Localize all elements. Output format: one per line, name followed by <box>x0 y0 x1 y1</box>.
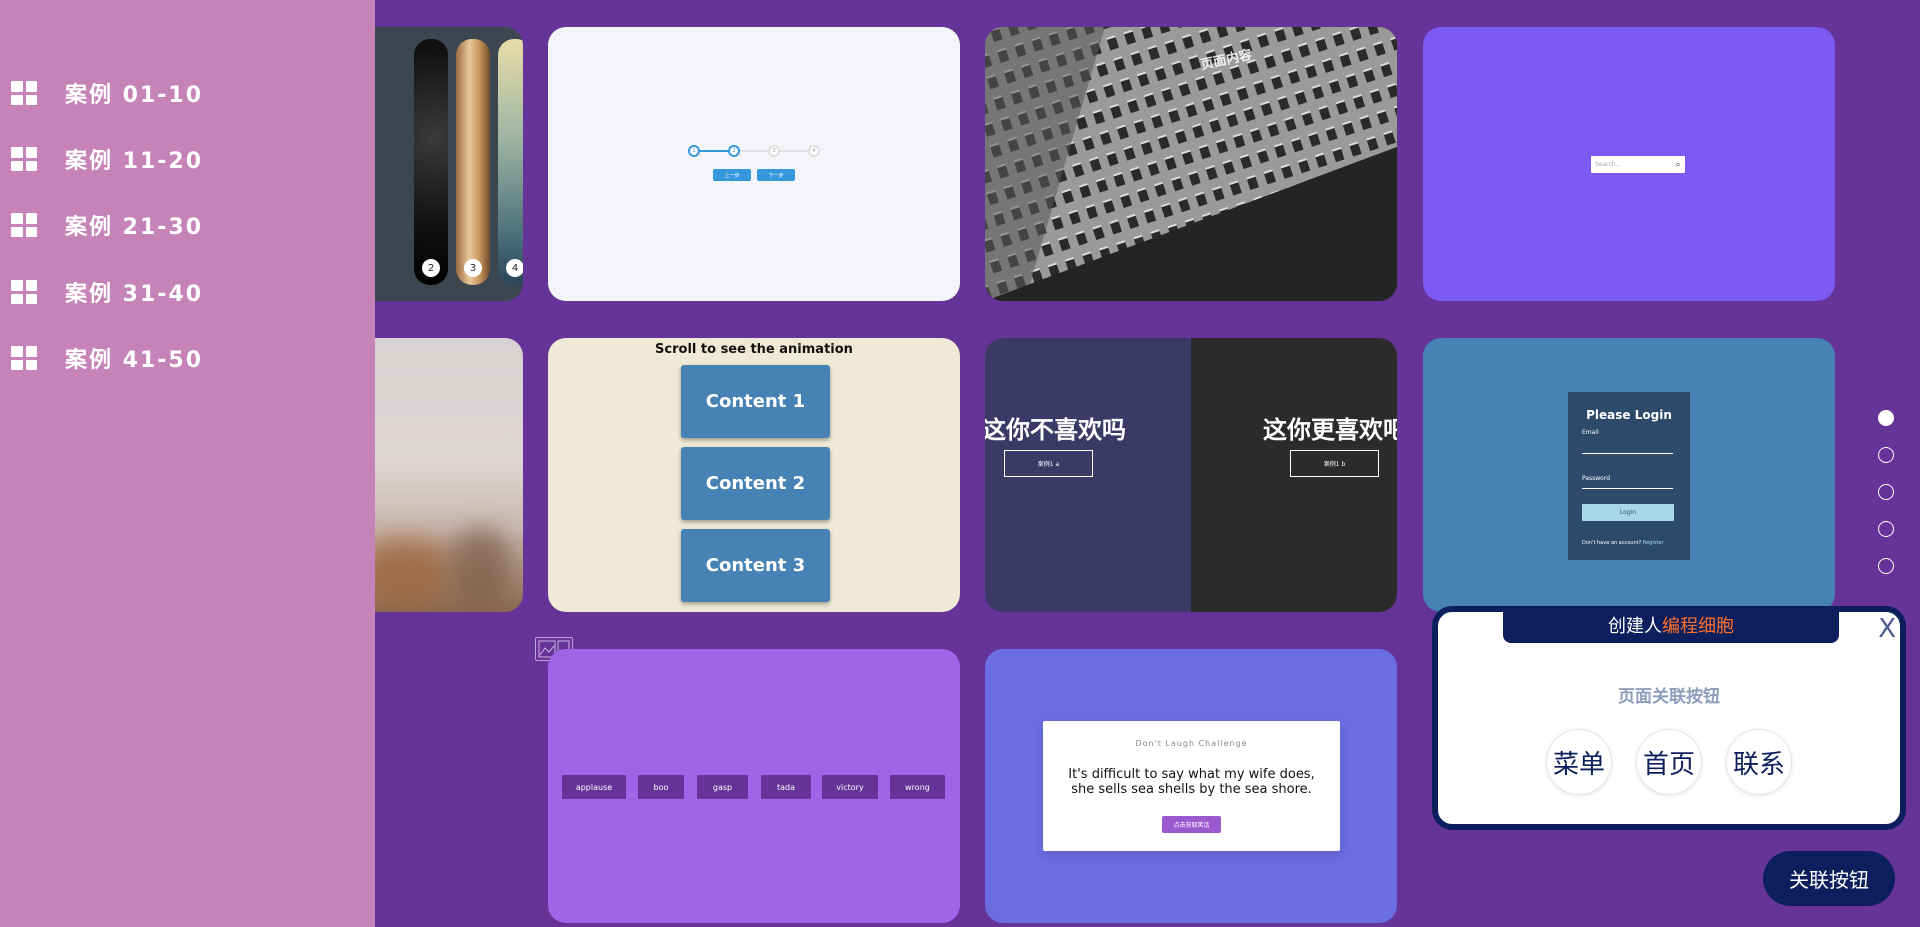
page-dot-4[interactable] <box>1878 521 1894 537</box>
grid-icon <box>11 147 37 171</box>
close-button[interactable]: X <box>1878 614 1896 644</box>
split-left-panel: 这你不喜欢吗 案例1 a <box>985 338 1191 612</box>
scroll-title: Scroll to see the animation <box>655 342 853 357</box>
page-dot-3[interactable] <box>1878 484 1894 500</box>
right-heading: 这你更喜欢吧 <box>1263 416 1397 444</box>
card-joke: Don't Laugh Challenge It's difficult to … <box>985 649 1397 923</box>
sidebar-item-label: 案例 31-40 <box>65 282 204 307</box>
left-heading: 这你不喜欢吗 <box>985 416 1126 444</box>
strip-image[interactable]: 4 <box>498 39 523 285</box>
password-label: Password <box>1582 475 1611 482</box>
step-circle: 2 <box>728 145 740 157</box>
contact-button[interactable]: 联系 <box>1726 729 1792 795</box>
card-progress-steps: 1 2 3 4 上一步 下一步 <box>548 27 960 301</box>
prev-button[interactable]: 上一步 <box>713 169 751 181</box>
page-dot-1[interactable] <box>1878 410 1894 426</box>
sidebar-item-label: 案例 41-50 <box>65 348 204 373</box>
card-building-image[interactable]: 页面内容 <box>985 27 1397 301</box>
sidebar-item-21-30[interactable]: 案例 21-30 <box>11 205 203 245</box>
joke-panel: Don't Laugh Challenge It's difficult to … <box>1043 721 1340 851</box>
page-dot-5[interactable] <box>1878 558 1894 574</box>
split-right-panel: 这你更喜欢吧 案例1 b <box>1191 338 1397 612</box>
content-box: Content 2 <box>681 447 830 520</box>
strip-number: 2 <box>422 259 440 277</box>
content-box: Content 3 <box>681 529 830 602</box>
grid-icon <box>11 280 37 304</box>
sound-button-gasp[interactable]: gasp <box>697 775 748 799</box>
sidebar-item-01-10[interactable]: 案例 01-10 <box>11 73 203 113</box>
popup-header-author: 编程细胞 <box>1662 615 1734 637</box>
related-buttons-toggle[interactable]: 关联按钮 <box>1763 851 1895 906</box>
login-title: Please Login <box>1586 408 1672 422</box>
related-buttons-popup: 创建人 编程细胞 X 页面关联按钮 菜单 首页 联系 <box>1432 606 1906 830</box>
step-circle: 1 <box>688 145 700 157</box>
email-label: Email <box>1582 429 1599 436</box>
popup-header: 创建人 编程细胞 <box>1503 606 1839 643</box>
step-circle: 4 <box>808 145 820 157</box>
sidebar-item-11-20[interactable]: 案例 11-20 <box>11 139 203 179</box>
popup-subtitle: 页面关联按钮 <box>1618 687 1720 707</box>
card-login: Please Login Email Password Login Don't … <box>1423 338 1835 612</box>
next-button[interactable]: 下一步 <box>757 169 795 181</box>
joke-title: Don't Laugh Challenge <box>1135 739 1248 748</box>
sidebar-item-label: 案例 11-20 <box>65 149 204 174</box>
grid-icon <box>11 213 37 237</box>
register-link[interactable]: Register <box>1643 540 1664 546</box>
grid-icon <box>11 81 37 105</box>
search-box[interactable]: Search... ⌕ <box>1591 156 1685 173</box>
sound-button-victory[interactable]: victory <box>822 775 878 799</box>
sound-button-boo[interactable]: boo <box>638 775 684 799</box>
popup-header-prefix: 创建人 <box>1608 615 1662 637</box>
grid-icon <box>11 346 37 370</box>
sidebar: 案例 01-10 案例 11-20 案例 21-30 案例 31-40 案例 4… <box>0 0 375 927</box>
card-sound-buttons: applause boo gasp tada victory wrong <box>548 649 960 923</box>
joke-text: It's difficult to say what my wife does,… <box>1068 767 1315 797</box>
sidebar-item-label: 案例 01-10 <box>65 83 204 108</box>
right-button[interactable]: 案例1 b <box>1290 450 1379 477</box>
sound-button-wrong[interactable]: wrong <box>890 775 945 799</box>
blur-shape <box>450 528 510 608</box>
progress-steps: 1 2 3 4 <box>688 145 820 157</box>
home-button[interactable]: 首页 <box>1636 729 1702 795</box>
sidebar-item-label: 案例 21-30 <box>65 215 204 240</box>
strip-number: 3 <box>464 259 482 277</box>
menu-button[interactable]: 菜单 <box>1546 729 1612 795</box>
login-form: Please Login Email Password Login Don't … <box>1568 392 1690 560</box>
card-search: Search... ⌕ <box>1423 27 1835 301</box>
sound-button-tada[interactable]: tada <box>761 775 811 799</box>
password-field[interactable] <box>1582 488 1673 489</box>
login-button[interactable]: Login <box>1582 504 1674 521</box>
card-split-screen: 这你不喜欢吗 案例1 a 这你更喜欢吧 案例1 b <box>985 338 1397 612</box>
building-photo <box>985 27 1397 301</box>
sound-button-applause[interactable]: applause <box>562 775 626 799</box>
page-dot-2[interactable] <box>1878 447 1894 463</box>
register-text: Don't have an account? Register <box>1582 540 1664 546</box>
strip-image[interactable]: 3 <box>456 39 490 285</box>
strip-number: 4 <box>506 259 523 277</box>
get-joke-button[interactable]: 点击获取笑话 <box>1162 816 1221 833</box>
sidebar-item-31-40[interactable]: 案例 31-40 <box>11 272 203 312</box>
content-box: Content 1 <box>681 365 830 438</box>
left-button[interactable]: 案例1 a <box>1004 450 1093 477</box>
step-circle: 3 <box>768 145 780 157</box>
sidebar-item-41-50[interactable]: 案例 41-50 <box>11 338 203 378</box>
email-field[interactable] <box>1582 453 1673 454</box>
search-icon[interactable]: ⌕ <box>1671 160 1685 170</box>
search-input[interactable]: Search... <box>1595 161 1671 168</box>
card-scroll-animation: Scroll to see the animation Content 1 Co… <box>548 338 960 612</box>
strip-image[interactable]: 2 <box>414 39 448 285</box>
